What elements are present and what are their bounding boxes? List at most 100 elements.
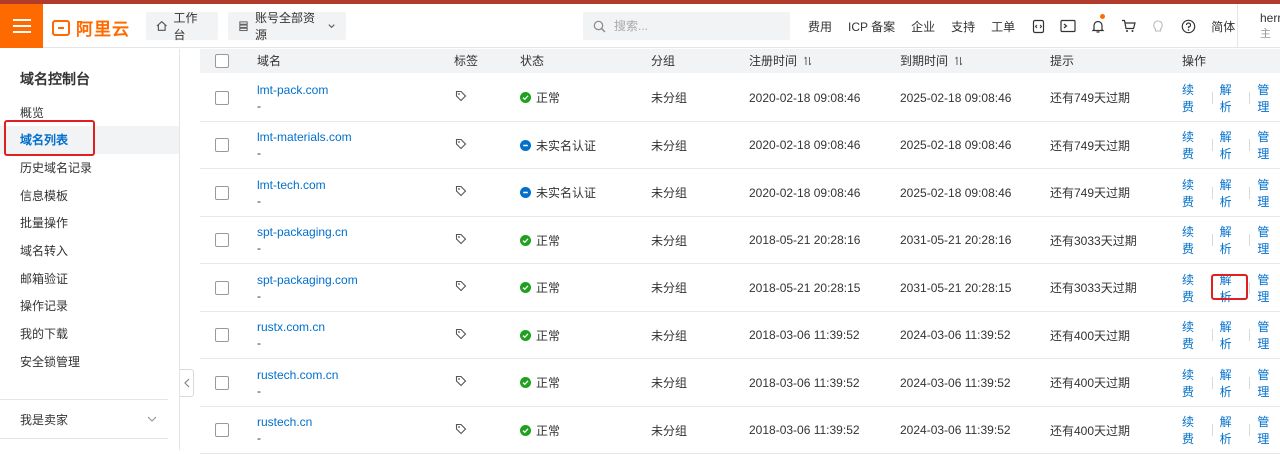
sidebar-item-security-lock[interactable]: 安全锁管理 — [0, 348, 179, 376]
hint-cell: 还有400天过期 — [1050, 312, 1130, 359]
status-label: 未实名认证 — [536, 137, 596, 154]
divider — [1212, 92, 1213, 104]
manage-link[interactable]: 管理 — [1257, 271, 1280, 305]
sidebar-collapse-button[interactable] — [180, 369, 194, 397]
logo-mark-icon — [52, 20, 70, 36]
resolve-link[interactable]: 解析 — [1220, 176, 1243, 210]
sort-icon — [954, 56, 964, 66]
nav-link-icp[interactable]: ICP 备案 — [840, 18, 903, 35]
resolve-link[interactable]: 解析 — [1220, 413, 1243, 447]
sidebar-item-templates[interactable]: 信息模板 — [0, 182, 179, 210]
exp-time-cell: 2025-02-18 09:08:46 — [900, 169, 1011, 216]
manage-link[interactable]: 管理 — [1257, 176, 1280, 210]
renew-link[interactable]: 续费 — [1182, 366, 1205, 400]
manage-link[interactable]: 管理 — [1257, 81, 1280, 115]
nav-link-ticket[interactable]: 工单 — [983, 18, 1023, 35]
lightbulb-icon[interactable] — [1143, 4, 1173, 48]
renew-link[interactable]: 续费 — [1182, 223, 1205, 257]
hint-cell: 还有749天过期 — [1050, 74, 1130, 121]
bell-icon[interactable] — [1083, 4, 1113, 48]
select-all-checkbox[interactable] — [215, 54, 229, 68]
resources-label: 账号全部资源 — [255, 9, 321, 43]
divider — [1212, 234, 1213, 246]
search-input[interactable] — [614, 19, 774, 33]
domain-link[interactable]: rustech.cn — [257, 415, 312, 429]
tag-icon[interactable] — [455, 185, 467, 200]
th-hint: 提示 — [1050, 49, 1074, 73]
sidebar-item-overview[interactable]: 概览 — [0, 99, 179, 127]
domain-remark: - — [257, 146, 352, 160]
exp-time-cell: 2024-03-06 11:39:52 — [900, 359, 1011, 406]
row-checkbox[interactable] — [215, 186, 229, 200]
resources-dropdown[interactable]: 账号全部资源 — [228, 12, 346, 40]
row-checkbox[interactable] — [215, 233, 229, 247]
renew-link[interactable]: 续费 — [1182, 271, 1205, 305]
row-checkbox[interactable] — [215, 91, 229, 105]
nav-link-billing[interactable]: 费用 — [800, 18, 840, 35]
renew-link[interactable]: 续费 — [1182, 318, 1205, 352]
user-account[interactable]: herry 主 — [1237, 4, 1280, 48]
th-exp-time[interactable]: 到期时间 — [900, 49, 964, 73]
resolve-link[interactable]: 解析 — [1220, 318, 1243, 352]
row-checkbox[interactable] — [215, 376, 229, 390]
status-ok-icon — [520, 282, 531, 293]
menu-hamburger-icon[interactable] — [0, 4, 43, 48]
row-checkbox[interactable] — [215, 138, 229, 152]
row-checkbox[interactable] — [215, 423, 229, 437]
row-checkbox[interactable] — [215, 281, 229, 295]
code-icon[interactable] — [1023, 4, 1053, 48]
domain-link[interactable]: spt-packaging.cn — [257, 225, 348, 239]
manage-link[interactable]: 管理 — [1257, 128, 1280, 162]
aliyun-logo[interactable]: 阿里云 — [52, 15, 130, 40]
domain-link[interactable]: spt-packaging.com — [257, 273, 358, 287]
manage-link[interactable]: 管理 — [1257, 318, 1280, 352]
seller-section-toggle[interactable]: 我是卖家 — [0, 399, 168, 439]
tag-icon[interactable] — [455, 423, 467, 438]
sidebar-item-transfer-in[interactable]: 域名转入 — [0, 237, 179, 265]
domain-link[interactable]: lmt-materials.com — [257, 130, 352, 144]
renew-link[interactable]: 续费 — [1182, 81, 1205, 115]
sidebar-item-domain-list[interactable]: 域名列表 — [0, 126, 179, 154]
domain-link[interactable]: rustx.com.cn — [257, 320, 325, 334]
renew-link[interactable]: 续费 — [1182, 413, 1205, 447]
tag-icon[interactable] — [455, 375, 467, 390]
status-label: 正常 — [536, 327, 560, 344]
manage-link[interactable]: 管理 — [1257, 366, 1280, 400]
hint-cell: 还有3033天过期 — [1050, 217, 1137, 264]
tag-icon[interactable] — [455, 280, 467, 295]
global-search[interactable] — [583, 12, 790, 40]
terminal-icon[interactable] — [1053, 4, 1083, 48]
domain-link[interactable]: lmt-pack.com — [257, 83, 328, 97]
cart-icon[interactable] — [1113, 4, 1143, 48]
nav-link-enterprise[interactable]: 企业 — [903, 18, 943, 35]
tag-icon[interactable] — [455, 328, 467, 343]
tag-icon[interactable] — [455, 90, 467, 105]
resolve-link[interactable]: 解析 — [1220, 223, 1243, 257]
sidebar-item-email-verify[interactable]: 邮箱验证 — [0, 265, 179, 293]
sidebar-item-downloads[interactable]: 我的下载 — [0, 320, 179, 348]
th-reg-time[interactable]: 注册时间 — [749, 49, 813, 73]
sidebar-item-history[interactable]: 历史域名记录 — [0, 154, 179, 182]
sidebar-item-batch[interactable]: 批量操作 — [0, 209, 179, 237]
domain-link[interactable]: lmt-tech.com — [257, 178, 326, 192]
manage-link[interactable]: 管理 — [1257, 413, 1280, 447]
exp-time-cell: 2024-03-06 11:39:52 — [900, 312, 1011, 359]
domain-link[interactable]: rustech.com.cn — [257, 368, 338, 382]
renew-link[interactable]: 续费 — [1182, 128, 1205, 162]
workbench-button[interactable]: 工作台 — [146, 12, 218, 40]
table-row: rustx.com.cn-正常未分组2018-03-06 11:39:52202… — [200, 312, 1280, 360]
sidebar-item-op-log[interactable]: 操作记录 — [0, 292, 179, 320]
resolve-link[interactable]: 解析 — [1220, 271, 1243, 305]
tag-icon[interactable] — [455, 233, 467, 248]
row-checkbox[interactable] — [215, 328, 229, 342]
tag-icon[interactable] — [455, 138, 467, 153]
th-ops: 操作 — [1182, 49, 1206, 73]
resolve-link[interactable]: 解析 — [1220, 366, 1243, 400]
nav-link-support[interactable]: 支持 — [943, 18, 983, 35]
reg-time-cell: 2018-03-06 11:39:52 — [749, 359, 860, 406]
help-icon[interactable] — [1173, 4, 1203, 48]
manage-link[interactable]: 管理 — [1257, 223, 1280, 257]
resolve-link[interactable]: 解析 — [1220, 128, 1243, 162]
resolve-link[interactable]: 解析 — [1220, 81, 1243, 115]
renew-link[interactable]: 续费 — [1182, 176, 1205, 210]
